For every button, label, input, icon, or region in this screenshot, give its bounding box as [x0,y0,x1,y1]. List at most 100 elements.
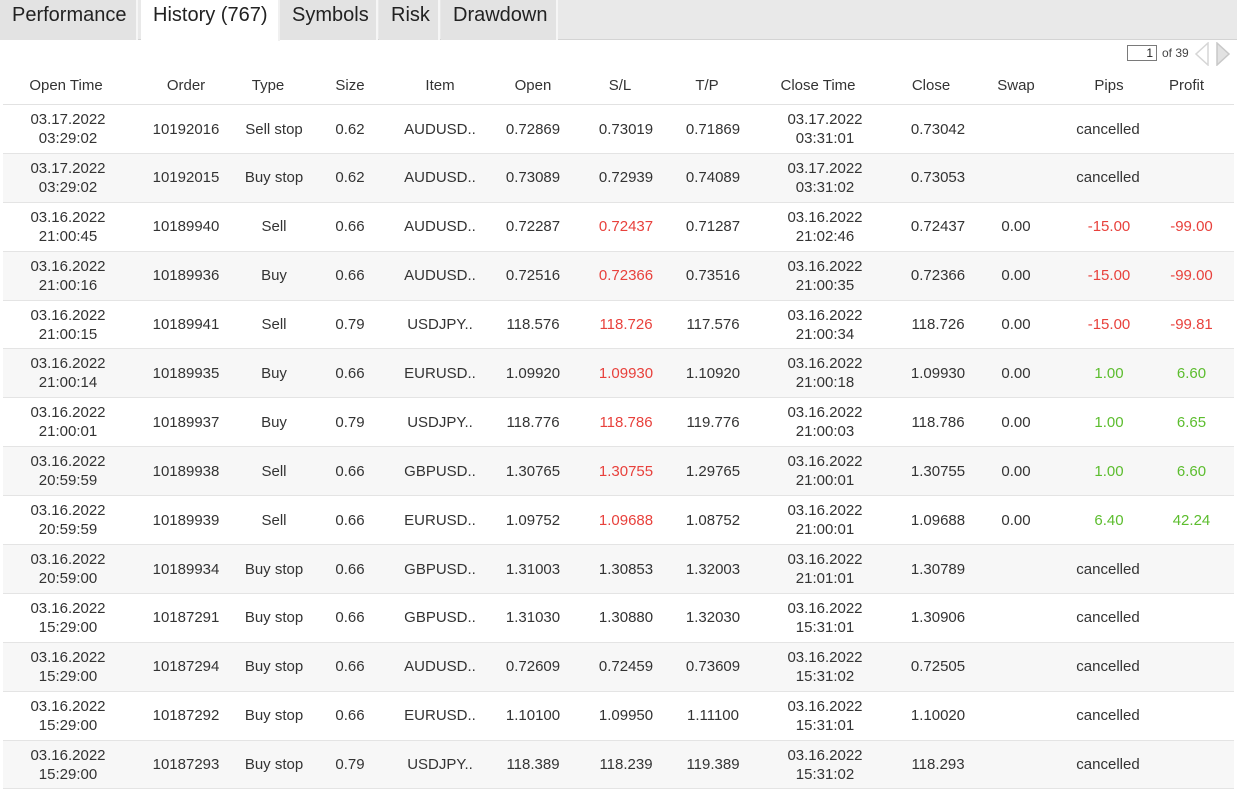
open-time-cell: 03.16.2022 15:29:00 [3,692,133,740]
table-row[interactable]: 03.17.2022 03:29:02 10192015 Buy stop 0.6… [3,153,1234,203]
close-time: 21:00:03 [795,423,855,441]
open-price-cell: 118.776 [506,413,560,431]
close-date: 03.16.2022 [787,404,863,422]
tab-performance[interactable]: Performance [0,0,138,40]
pagination: 1 of 39 [0,40,1237,68]
close-date: 03.16.2022 [787,746,863,764]
close-date: 03.16.2022 [787,453,863,471]
open-price-cell: 1.10100 [505,707,561,725]
tab-drawdown[interactable]: Drawdown [441,0,558,40]
size-cell: 0.66 [335,462,365,480]
status-cancelled: cancelled [1076,560,1140,578]
close-time: 21:00:18 [795,374,855,392]
open-time: 15:29:00 [38,618,98,636]
close-time-cell: 03.16.2022 21:02:46 [765,203,885,251]
stop-loss-cell: 0.72939 [598,169,654,187]
open-date: 03.16.2022 [30,502,106,520]
table-row[interactable]: 03.16.2022 21:00:01 10189937 Buy 0.79 USD… [3,398,1234,448]
table-row[interactable]: 03.16.2022 20:59:59 10189939 Sell 0.66 EU… [3,496,1234,546]
close-time-cell: 03.16.2022 21:00:01 [765,496,885,544]
open-price-cell: 0.72516 [505,267,561,285]
table-row[interactable]: 03.17.2022 03:29:02 10192016 Sell stop 0.… [3,105,1234,154]
open-date: 03.16.2022 [30,208,106,226]
stop-loss-cell: 0.73019 [598,120,654,138]
close-time-cell: 03.16.2022 15:31:02 [765,741,885,789]
column-header-item[interactable]: Item [395,68,485,105]
table-row[interactable]: 03.16.2022 15:29:00 10187293 Buy stop 0.7… [3,740,1234,789]
close-date: 03.16.2022 [787,306,863,324]
open-time-cell: 03.16.2022 20:59:00 [3,545,133,593]
close-date: 03.17.2022 [787,111,863,128]
swap-cell [986,545,1046,593]
open-price-cell: 0.72287 [505,218,561,236]
swap-cell [986,105,1046,153]
close-time: 21:00:01 [795,472,855,490]
column-header-close-time[interactable]: Close Time [758,68,878,105]
previous-page-button[interactable] [1194,41,1210,67]
close-price-cell: 0.72366 [910,267,966,285]
pips-cell: -15.00 [1087,267,1131,285]
close-time: 15:31:01 [795,618,855,636]
table-row[interactable]: 03.16.2022 21:00:16 10189936 Buy 0.66 AUD… [3,251,1234,301]
table-row[interactable]: 03.16.2022 20:59:00 10189934 Buy stop 0.6… [3,545,1234,594]
table-row[interactable]: 03.16.2022 20:59:59 10189938 Sell 0.66 GB… [3,447,1234,497]
chevron-right-icon [1216,41,1231,67]
tab-symbols[interactable]: Symbols [280,0,378,40]
stop-loss-cell: 118.786 [599,413,653,431]
column-header-size[interactable]: Size [320,68,380,105]
close-price-cell: 0.72437 [910,218,966,236]
tab-risk[interactable]: Risk [379,0,440,40]
page-number-input[interactable]: 1 [1127,45,1157,61]
item-cell: AUDUSD.. [404,218,476,236]
size-cell: 0.66 [335,658,365,676]
close-price-cell: 118.726 [911,316,965,334]
close-price-cell: 1.09688 [910,511,966,529]
open-price-cell: 118.576 [506,316,560,334]
close-date: 03.16.2022 [787,257,863,275]
close-time: 03:31:01 [795,130,855,147]
column-header-open[interactable]: Open [493,68,573,105]
stop-loss-cell: 1.30880 [598,609,654,627]
open-time: 21:00:14 [38,374,98,392]
profit-cell: -99.00 [1170,218,1213,236]
open-time: 03:29:02 [38,130,98,147]
profit-cell: 6.65 [1176,413,1207,431]
column-header-close[interactable]: Close [891,68,971,105]
take-profit-cell: 0.73609 [685,658,741,676]
close-price-cell: 118.293 [911,756,965,774]
table-row[interactable]: 03.16.2022 15:29:00 10187292 Buy stop 0.6… [3,692,1234,741]
column-header-order[interactable]: Order [143,68,229,105]
table-row[interactable]: 03.16.2022 21:00:15 10189941 Sell 0.79 US… [3,301,1234,350]
open-date: 03.16.2022 [30,355,106,373]
close-time: 21:00:01 [795,521,855,539]
column-header-open-time[interactable]: Open Time [3,68,129,105]
column-header-type[interactable]: Type [229,68,307,105]
open-price-cell: 0.73089 [505,169,561,187]
item-cell: EURUSD.. [404,707,476,725]
column-header-swap[interactable]: Swap [986,68,1046,105]
open-time-cell: 03.16.2022 21:00:15 [3,301,133,349]
close-date: 03.16.2022 [787,648,863,666]
close-price-cell: 1.09930 [910,364,966,382]
tab-history[interactable]: History (767) [141,0,280,41]
column-header-pips[interactable]: Pips [1064,68,1154,105]
open-time-cell: 03.17.2022 03:29:02 [3,105,133,153]
table-row[interactable]: 03.16.2022 21:00:45 10189940 Sell 0.66 AU… [3,203,1234,252]
next-page-button[interactable] [1215,41,1231,67]
column-header-sl[interactable]: S/L [581,68,659,105]
column-header-tp[interactable]: T/P [668,68,746,105]
open-time-cell: 03.17.2022 03:29:02 [3,154,133,202]
table-row[interactable]: 03.16.2022 15:29:00 10187294 Buy stop 0.6… [3,642,1234,692]
open-date: 03.16.2022 [30,404,106,422]
close-time: 15:31:02 [795,667,855,685]
open-time: 21:00:01 [38,423,98,441]
close-time-cell: 03.16.2022 21:00:34 [765,301,885,349]
pips-cell: 1.00 [1094,364,1124,382]
table-row[interactable]: 03.16.2022 15:29:00 10187291 Buy stop 0.6… [3,594,1234,643]
item-cell: EURUSD.. [404,364,476,382]
type-cell: Sell [261,511,287,529]
table-row[interactable]: 03.16.2022 21:00:14 10189935 Buy 0.66 EUR… [3,349,1234,399]
type-cell: Sell stop [245,120,303,138]
swap-cell: 0.00 [1001,267,1031,285]
column-header-profit[interactable]: Profit [1148,68,1225,105]
